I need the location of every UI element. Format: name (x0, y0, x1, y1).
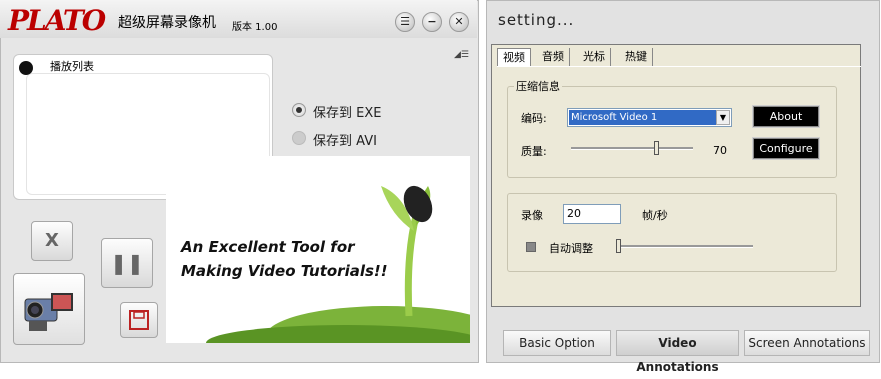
quality-slider[interactable] (571, 147, 693, 150)
menu-icon[interactable]: ☰ (395, 12, 415, 32)
save-avi-radio[interactable] (292, 131, 306, 145)
promo-banner: An Excellent Tool for Making Video Tutor… (166, 156, 470, 343)
app-title: 超级屏幕录像机 (118, 15, 216, 31)
settings-title: setting... (498, 11, 575, 29)
tab-basic-option[interactable]: Basic Option (503, 330, 611, 356)
bullet-icon (19, 61, 33, 75)
save-avi-label[interactable]: 保存到 AVI (313, 130, 377, 149)
record-button[interactable] (13, 273, 85, 345)
auto-adjust-slider-thumb[interactable] (616, 239, 621, 253)
auto-adjust-label[interactable]: 自动调整 (549, 240, 593, 256)
save-exe-radio[interactable] (292, 103, 306, 117)
list-view-icon[interactable]: ◢☰ (454, 50, 469, 60)
close-icon[interactable]: ✕ (449, 12, 469, 32)
tab-audio[interactable]: 音频 (537, 48, 570, 66)
compression-group: 压缩信息 (507, 78, 837, 178)
save-exe-label[interactable]: 保存到 EXE (313, 102, 381, 121)
tab-cursor[interactable]: 光标 (578, 48, 611, 66)
chevron-down-icon[interactable]: ▼ (716, 110, 730, 125)
app-logo: PLATO (8, 4, 106, 37)
codec-selected-value: Microsoft Video 1 (569, 110, 716, 125)
tab-screen-annotations[interactable]: Screen Annotations (744, 330, 870, 356)
codec-label: 编码: (521, 112, 547, 125)
auto-adjust-checkbox[interactable] (526, 242, 536, 252)
compression-group-label: 压缩信息 (516, 80, 560, 93)
tab-video[interactable]: 视频 (497, 48, 531, 67)
save-button[interactable] (120, 302, 158, 338)
codec-select[interactable]: Microsoft Video 1 ▼ (567, 108, 732, 127)
camcorder-icon (24, 293, 73, 331)
playlist-label: 播放列表 (50, 60, 94, 73)
floppy-disk-icon (129, 310, 149, 330)
pause-button[interactable]: ❚❚ (101, 238, 153, 288)
minimize-icon[interactable]: − (422, 12, 442, 32)
configure-button[interactable]: Configure (752, 137, 820, 160)
fps-unit-label: 帧/秒 (642, 209, 668, 222)
version-label: 版本 1.00 (232, 22, 278, 33)
quality-slider-thumb[interactable] (654, 141, 659, 155)
promo-line-2: Making Video Tutorials!! (181, 262, 388, 280)
quality-label: 质量: (521, 145, 547, 158)
delete-button[interactable]: X (31, 221, 73, 261)
record-label: 录像 (521, 209, 543, 222)
fps-input[interactable]: 20 (563, 204, 621, 224)
tab-video-annotations[interactable]: Video Annotations (616, 330, 739, 374)
promo-line-1: An Excellent Tool for (181, 238, 355, 256)
quality-value: 70 (713, 144, 727, 157)
record-group (507, 193, 837, 272)
about-button[interactable]: About (752, 105, 820, 128)
auto-adjust-slider[interactable] (618, 245, 753, 248)
tab-hotkey[interactable]: 热键 (620, 48, 653, 66)
